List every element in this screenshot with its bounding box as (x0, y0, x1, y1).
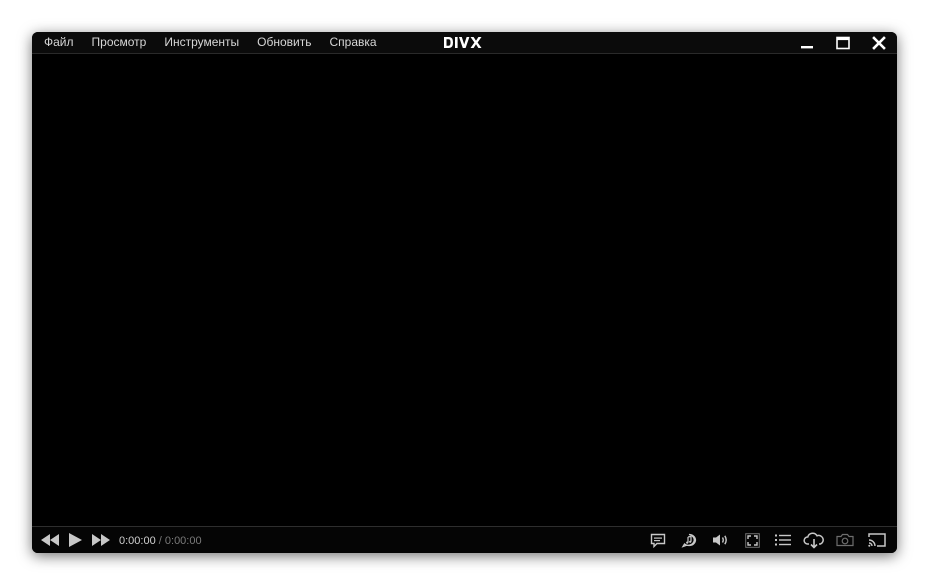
window-controls (789, 32, 897, 53)
fullscreen-icon (744, 532, 760, 548)
menu-tools[interactable]: Инструменты (164, 32, 239, 53)
duration: 0:00:00 (164, 535, 202, 547)
close-button[interactable] (861, 32, 897, 53)
minimize-icon (801, 45, 813, 48)
play-icon (69, 533, 82, 547)
fullscreen-button[interactable] (743, 531, 761, 549)
cast-icon (868, 533, 886, 547)
cloud-download-icon (803, 532, 824, 549)
control-bar: 0:00:00 / 0:00:00 (32, 527, 897, 553)
subtitles-button[interactable] (649, 531, 667, 549)
audio-track-icon (681, 533, 697, 548)
volume-button[interactable] (711, 531, 729, 549)
player-window: Файл Просмотр Инструменты Обновить Справ… (32, 32, 897, 553)
subtitles-icon (650, 533, 666, 548)
minimize-button[interactable] (789, 32, 825, 53)
cloud-download-button[interactable] (802, 531, 826, 549)
video-display[interactable] (32, 54, 897, 526)
play-button[interactable] (66, 531, 84, 549)
divx-logo (443, 36, 487, 49)
fast-forward-icon (92, 534, 110, 546)
audio-track-button[interactable] (680, 531, 698, 549)
maximize-button[interactable] (825, 32, 861, 53)
menu-bar: Файл Просмотр Инструменты Обновить Справ… (44, 32, 395, 53)
volume-icon (712, 534, 727, 546)
rewind-button[interactable] (39, 531, 61, 549)
time-separator: / (158, 535, 162, 547)
menu-help[interactable]: Справка (330, 32, 377, 53)
current-time: 0:00:00 (119, 535, 156, 547)
menu-update[interactable]: Обновить (257, 32, 311, 53)
screenshot-button[interactable] (835, 531, 855, 549)
title-bar[interactable]: Файл Просмотр Инструменты Обновить Справ… (32, 32, 897, 54)
screenshot-icon (836, 533, 854, 547)
menu-view[interactable]: Просмотр (92, 32, 147, 53)
playlist-icon (775, 534, 791, 546)
menu-file[interactable]: Файл (44, 32, 74, 53)
playlist-button[interactable] (773, 531, 793, 549)
time-display: 0:00:00 / 0:00:00 (119, 527, 202, 553)
cast-button[interactable] (866, 531, 888, 549)
rewind-icon (41, 534, 59, 546)
maximize-icon (836, 36, 850, 49)
close-icon (872, 35, 886, 50)
fast-forward-button[interactable] (90, 531, 112, 549)
